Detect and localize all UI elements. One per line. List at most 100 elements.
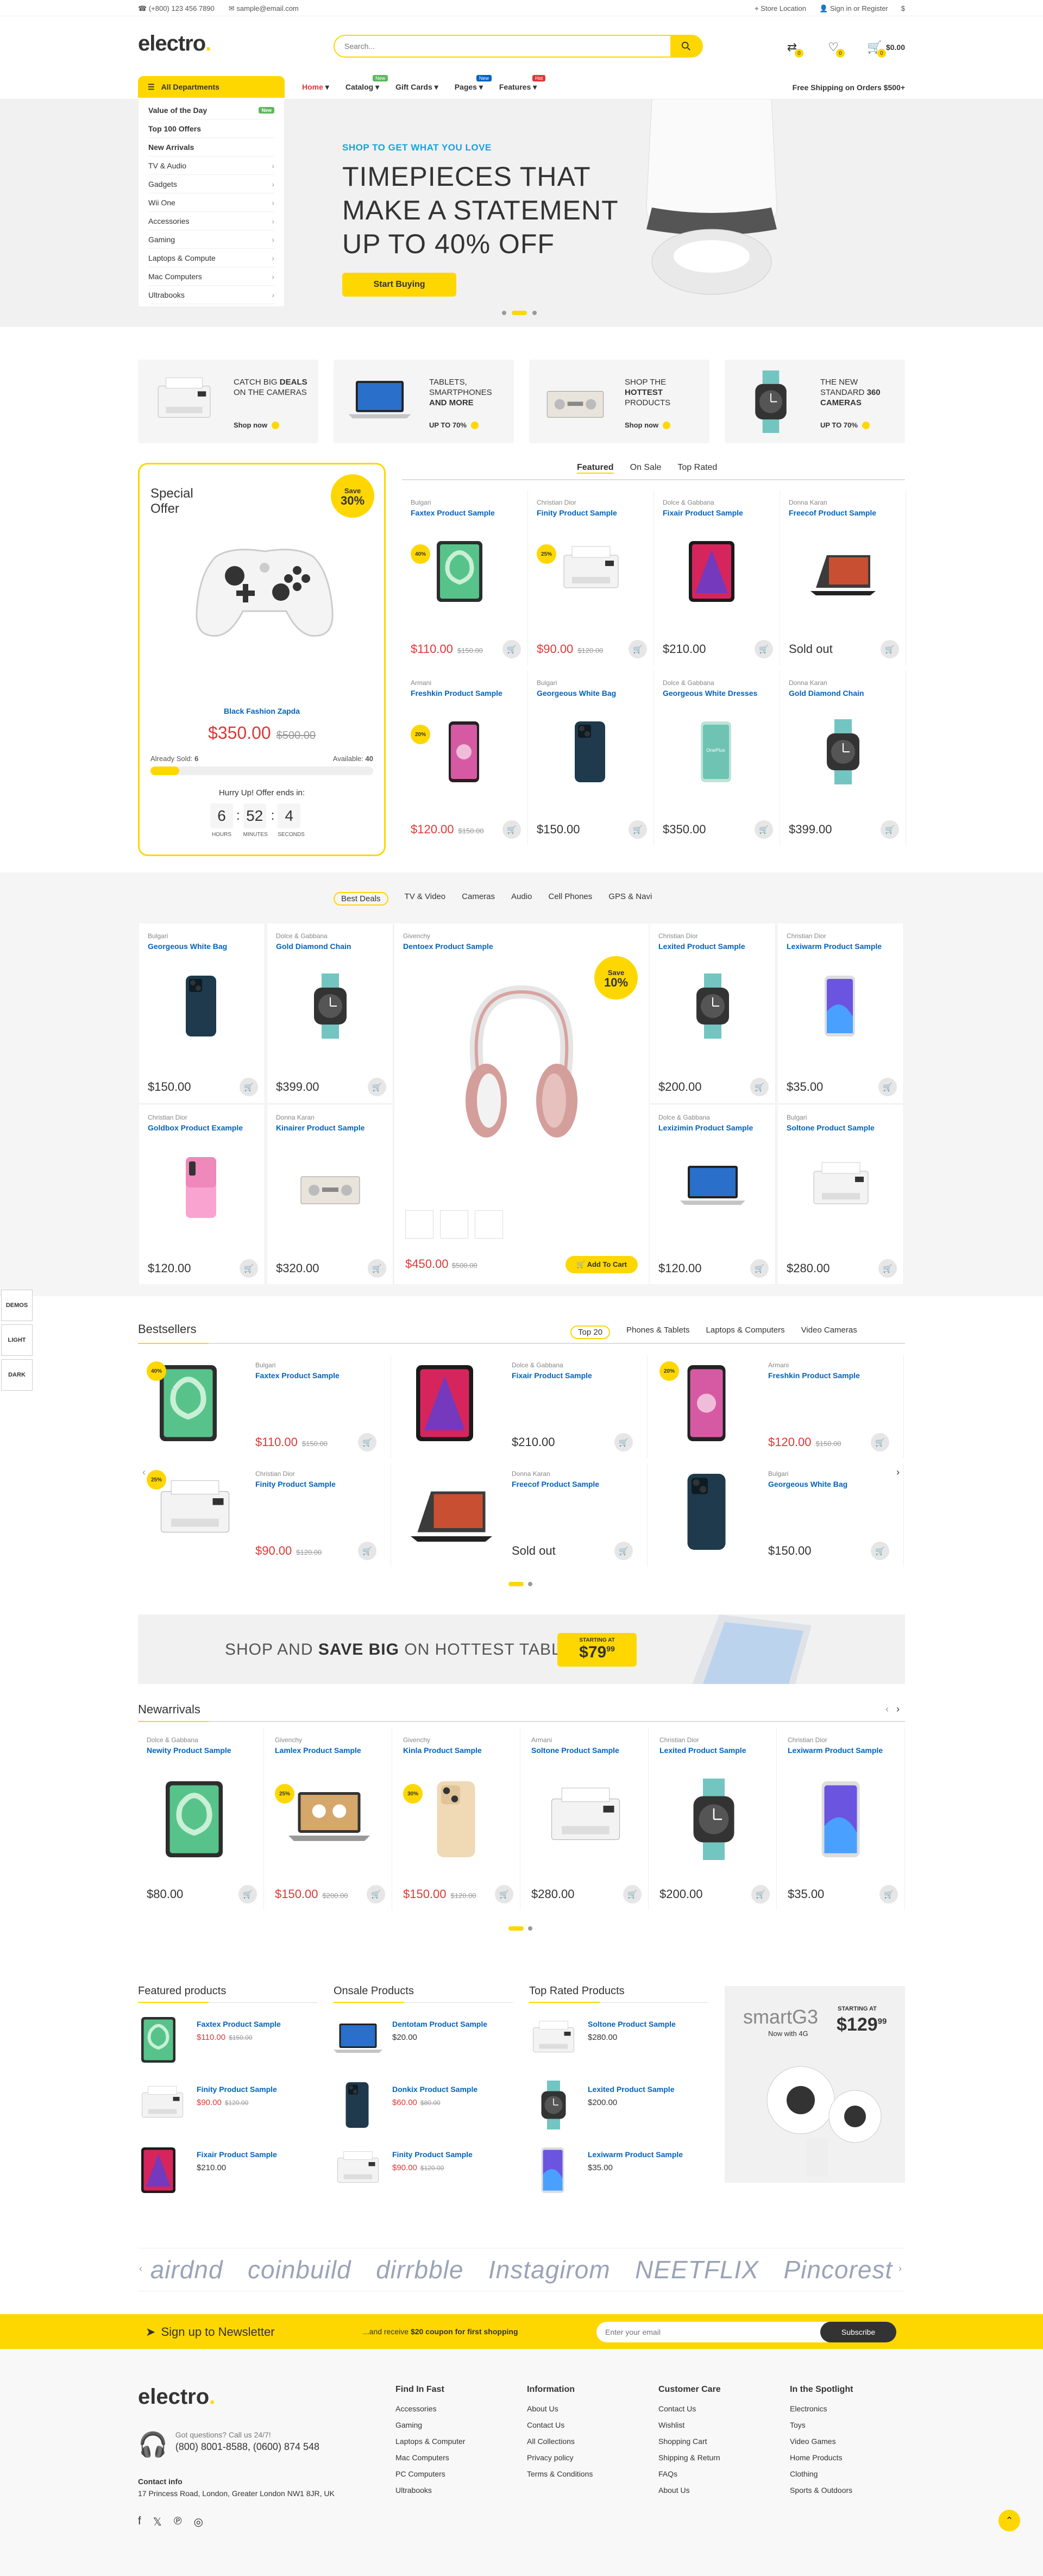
brand-logo[interactable]: coinbuild bbox=[248, 2255, 351, 2284]
product-image[interactable] bbox=[680, 1155, 745, 1220]
product-image[interactable] bbox=[154, 1471, 236, 1554]
pinterest-icon[interactable]: ℗ bbox=[174, 2515, 182, 2529]
product-image[interactable] bbox=[154, 1362, 236, 1446]
add-to-cart-icon[interactable]: 🛒 bbox=[878, 1259, 897, 1278]
thumbnail[interactable] bbox=[405, 1210, 433, 1239]
side-button-demos[interactable]: DEMOS bbox=[1, 1290, 33, 1321]
twitter-icon[interactable]: 𝕏 bbox=[153, 2515, 162, 2529]
product-card[interactable]: Dolce & Gabbana Lexizimin Product Sample $… bbox=[650, 1105, 776, 1284]
product-name[interactable]: Soltone Product Sample bbox=[787, 1123, 895, 1132]
product-name[interactable]: Freecof Product Sample bbox=[789, 508, 897, 517]
footer-link[interactable]: Wishlist bbox=[658, 2421, 721, 2429]
tab-item[interactable]: TV & Video bbox=[405, 892, 446, 906]
tablet-banner[interactable]: SHOP AND SAVE BIG ON HOTTEST TABLETS STA… bbox=[138, 1614, 905, 1684]
product-image[interactable] bbox=[169, 973, 235, 1039]
product-name[interactable]: Finity Product Sample bbox=[537, 508, 645, 517]
department-item[interactable]: Ultrabooks › bbox=[148, 286, 274, 304]
slide-dot-active[interactable] bbox=[512, 311, 527, 315]
product-image[interactable] bbox=[680, 973, 745, 1039]
footer-link[interactable]: Mac Computers bbox=[395, 2453, 465, 2462]
product-name[interactable]: Goldbox Product Example bbox=[148, 1123, 256, 1132]
promo-banner[interactable]: The New Standard 360 Cameras UP TO 70% bbox=[725, 360, 905, 443]
carousel-dot[interactable] bbox=[528, 1582, 532, 1586]
product-name[interactable]: Newity Product Sample bbox=[147, 1746, 255, 1755]
product-card[interactable]: Christian Dior Finity Product Sample 25% $9… bbox=[528, 490, 654, 665]
footer-link[interactable]: Contact Us bbox=[658, 2404, 721, 2413]
product-name[interactable]: Freshkin Product Sample bbox=[768, 1371, 860, 1380]
product-card[interactable]: 40% Bulgari Faxtex Product Sample $110.00 $1… bbox=[138, 1355, 391, 1458]
footer-link[interactable]: Shopping Cart bbox=[658, 2437, 721, 2446]
currency-switch[interactable]: $ bbox=[901, 4, 905, 13]
add-to-cart-icon[interactable]: 🛒 bbox=[871, 1433, 889, 1452]
nav-item-0[interactable]: Home ▾ bbox=[302, 83, 329, 92]
product-card[interactable]: 20% Armani Freshkin Product Sample $120.00 $… bbox=[651, 1355, 904, 1458]
product-image[interactable] bbox=[810, 719, 876, 785]
product-name[interactable]: Georgeous White Bag bbox=[148, 942, 256, 951]
product-image[interactable] bbox=[417, 1779, 498, 1860]
department-item[interactable]: Accessories › bbox=[148, 212, 274, 230]
list-item-name[interactable]: Dentotam Product Sample bbox=[392, 2020, 487, 2028]
add-to-cart-icon[interactable]: 🛒 bbox=[238, 1885, 257, 1903]
add-to-cart-icon[interactable]: 🛒 bbox=[750, 1078, 769, 1096]
signin-link[interactable]: 👤 Sign in or Register bbox=[819, 4, 888, 13]
list-item-name[interactable]: Soltone Product Sample bbox=[588, 2020, 676, 2028]
product-card[interactable]: Christian Dior Lexited Product Sample $200… bbox=[650, 923, 776, 1103]
product-image[interactable] bbox=[545, 1779, 626, 1860]
side-button-dark[interactable]: DARK bbox=[1, 1359, 33, 1391]
slide-dot[interactable] bbox=[502, 311, 506, 315]
tab-item[interactable]: Featured bbox=[577, 463, 614, 474]
department-item[interactable]: Laptops & Compute › bbox=[148, 249, 274, 267]
product-image[interactable] bbox=[667, 1362, 749, 1446]
add-to-cart-icon[interactable]: 🛒 bbox=[881, 640, 899, 658]
promo-cta[interactable]: Shop now bbox=[234, 421, 280, 429]
product-image[interactable] bbox=[673, 1779, 755, 1861]
carousel-dot-active[interactable] bbox=[508, 1582, 524, 1586]
subscribe-button[interactable]: Subscribe bbox=[820, 2322, 896, 2342]
list-item[interactable]: Fixair Product Sample $210.00 bbox=[138, 2146, 277, 2200]
newsletter-email-input[interactable] bbox=[605, 2328, 820, 2336]
product-name[interactable]: Fixair Product Sample bbox=[512, 1371, 592, 1380]
department-item[interactable]: Gadgets › bbox=[148, 175, 274, 193]
list-item-name[interactable]: Finity Product Sample bbox=[197, 2085, 277, 2094]
product-image[interactable] bbox=[808, 1155, 874, 1220]
product-card[interactable]: Bulgari Faxtex Product Sample 40% $110.00 $1… bbox=[402, 490, 528, 665]
add-to-cart-icon[interactable]: 🛒 bbox=[629, 640, 647, 658]
wishlist-icon[interactable]: ♡ 0 bbox=[825, 39, 845, 58]
add-to-cart-icon[interactable]: 🛒 bbox=[240, 1078, 258, 1096]
list-item-name[interactable]: Donkix Product Sample bbox=[392, 2085, 477, 2094]
footer-link[interactable]: Ultrabooks bbox=[395, 2486, 465, 2495]
brand-logo[interactable]: Pincorest bbox=[783, 2255, 893, 2284]
carousel-dot[interactable] bbox=[528, 1926, 532, 1931]
list-item[interactable]: Lexiwarm Product Sample $35.00 bbox=[529, 2146, 683, 2200]
start-buying-button[interactable]: Start Buying bbox=[342, 273, 456, 297]
add-to-cart-icon[interactable]: 🛒 bbox=[502, 640, 521, 658]
na-next-icon[interactable]: › bbox=[896, 1704, 900, 1715]
product-name[interactable]: Kinla Product Sample bbox=[403, 1746, 511, 1755]
product-name[interactable]: Lexizimin Product Sample bbox=[658, 1123, 766, 1132]
promo-banner[interactable]: Shop the Hottest Products Shop now bbox=[529, 360, 709, 443]
footer-link[interactable]: Privacy policy bbox=[527, 2453, 593, 2462]
phone-link[interactable]: ☎ (+800) 123 456 7890 bbox=[138, 4, 215, 13]
footer-link[interactable]: Toys bbox=[790, 2421, 853, 2429]
nav-item-1[interactable]: Catalog ▾ New bbox=[345, 75, 388, 92]
na-prev-icon[interactable]: ‹ bbox=[885, 1704, 889, 1715]
product-image[interactable] bbox=[432, 719, 498, 784]
add-to-cart-icon[interactable]: 🛒 bbox=[755, 640, 773, 658]
footer-link[interactable]: All Collections bbox=[527, 2437, 593, 2446]
list-item-name[interactable]: Faxtex Product Sample bbox=[197, 2020, 281, 2028]
next-arrow-icon[interactable]: › bbox=[896, 1467, 900, 1478]
nav-item-3[interactable]: Pages ▾ New bbox=[455, 75, 492, 92]
promo-cta[interactable]: UP TO 70% bbox=[820, 421, 870, 429]
product-card[interactable]: Dolce & Gabbana Georgeous White Dresses On… bbox=[654, 670, 780, 845]
thumbnail[interactable] bbox=[440, 1210, 468, 1239]
tab-item[interactable]: Cell Phones bbox=[548, 892, 592, 906]
product-card[interactable]: Armani Soltone Product Sample $280.00 🛒 bbox=[523, 1727, 649, 1910]
email-link[interactable]: ✉ sample@email.com bbox=[229, 4, 299, 13]
tab-item[interactable]: Audio bbox=[511, 892, 532, 906]
thumbnail[interactable] bbox=[475, 1210, 503, 1239]
tab-item[interactable]: Laptops & Computers bbox=[706, 1325, 785, 1339]
product-name[interactable]: Lexiwarm Product Sample bbox=[787, 942, 895, 951]
product-card[interactable]: Dolce & Gabbana Newity Product Sample $80.… bbox=[138, 1727, 264, 1910]
add-to-cart-icon[interactable]: 🛒 bbox=[240, 1259, 258, 1278]
add-to-cart-icon[interactable]: 🛒 bbox=[368, 1078, 386, 1096]
